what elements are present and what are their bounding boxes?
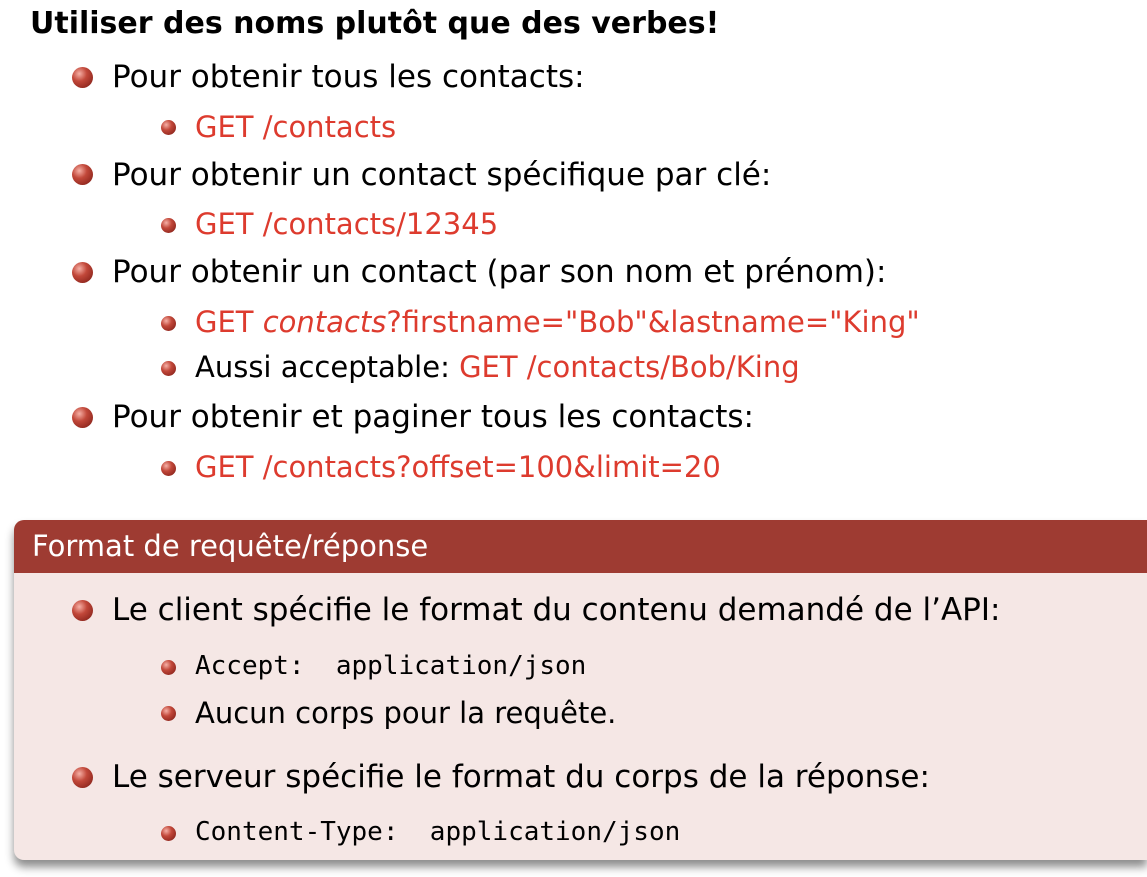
bullet-icon — [161, 826, 176, 841]
bullet-icon — [72, 164, 93, 185]
slide: Utiliser des noms plutôt que des verbes!… — [0, 0, 1147, 877]
bullet-icon — [161, 361, 176, 376]
endpoint-resource: contacts — [262, 305, 387, 339]
format-block: Format de requête/réponse — [14, 520, 1147, 860]
block-title: Format de requête/réponse — [32, 529, 429, 563]
bullet-icon — [161, 120, 176, 135]
bullet-icon — [72, 600, 93, 621]
bullet-icon — [72, 767, 93, 788]
list-item: Le serveur spécifie le format du corps d… — [112, 759, 930, 795]
endpoint-method: GET — [195, 305, 263, 339]
endpoint-example: GET /contacts — [195, 110, 397, 144]
list-item: Aucun corps pour la requête. — [195, 696, 617, 730]
bullet-icon — [161, 660, 176, 675]
list-item: Pour obtenir un contact (par son nom et … — [112, 254, 887, 290]
bullet-icon — [161, 316, 176, 331]
endpoint-query: ?firstname="Bob"&lastname="King" — [386, 305, 920, 339]
list-item: Aussi acceptable: GET /contacts/Bob/King — [195, 346, 800, 388]
endpoint-example: GET /contacts/12345 — [195, 207, 499, 241]
endpoint-example: GET /contacts/Bob/King — [459, 350, 800, 384]
list-item: Pour obtenir tous les contacts: — [112, 59, 585, 95]
endpoint-example: GET /contacts?offset=100&limit=20 — [195, 450, 721, 484]
page-title: Utiliser des noms plutôt que des verbes! — [30, 6, 720, 41]
list-item: Le client spécifie le format du contenu … — [112, 592, 1001, 628]
bullet-icon — [161, 461, 176, 476]
bullet-icon — [161, 218, 176, 233]
list-item: Pour obtenir et paginer tous les contact… — [112, 399, 754, 435]
alternative-label: Aussi acceptable: — [195, 350, 460, 384]
bullet-icon — [72, 67, 93, 88]
endpoint-example: GET contacts?firstname="Bob"&lastname="K… — [195, 301, 920, 343]
bullet-icon — [72, 262, 93, 283]
block-title-bar: Format de requête/réponse — [14, 520, 1147, 573]
code-header: Content-Type: application/json — [195, 817, 681, 847]
bullet-icon — [161, 706, 176, 721]
list-item: Pour obtenir un contact spécifique par c… — [112, 157, 772, 193]
code-header: Accept: application/json — [195, 651, 587, 681]
bullet-icon — [72, 407, 93, 428]
